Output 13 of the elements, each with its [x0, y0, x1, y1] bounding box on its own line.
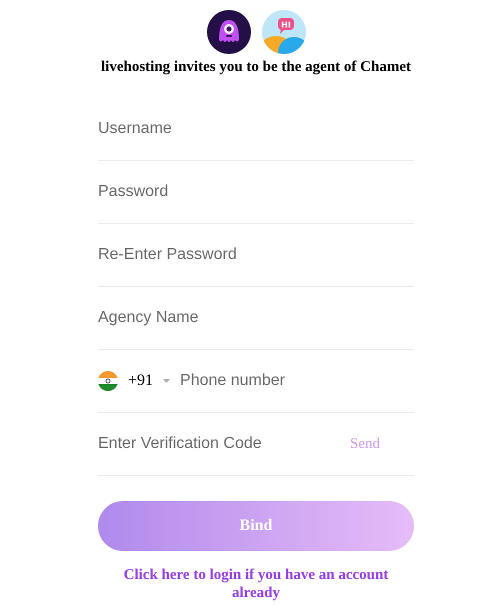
- octopus-logo-icon: [206, 10, 250, 54]
- country-code[interactable]: +91: [128, 372, 154, 390]
- input-field[interactable]: Agency Name: [98, 306, 414, 330]
- chat-logo-icon: HI: [262, 10, 306, 54]
- verification-code-field[interactable]: Enter Verification Code: [98, 432, 342, 456]
- input-field[interactable]: Password: [98, 180, 414, 204]
- input-field[interactable]: Re-Enter Password: [98, 243, 414, 267]
- india-flag-icon: [98, 371, 118, 391]
- caret-icon[interactable]: [163, 379, 170, 383]
- login-link[interactable]: Click here to login if you have an account already: [98, 566, 414, 602]
- invitation-title: livehosting invites you to be the agent of Chamet: [100, 59, 412, 76]
- input-field[interactable]: Username: [98, 117, 414, 141]
- phone-number-field[interactable]: Phone number: [180, 369, 414, 393]
